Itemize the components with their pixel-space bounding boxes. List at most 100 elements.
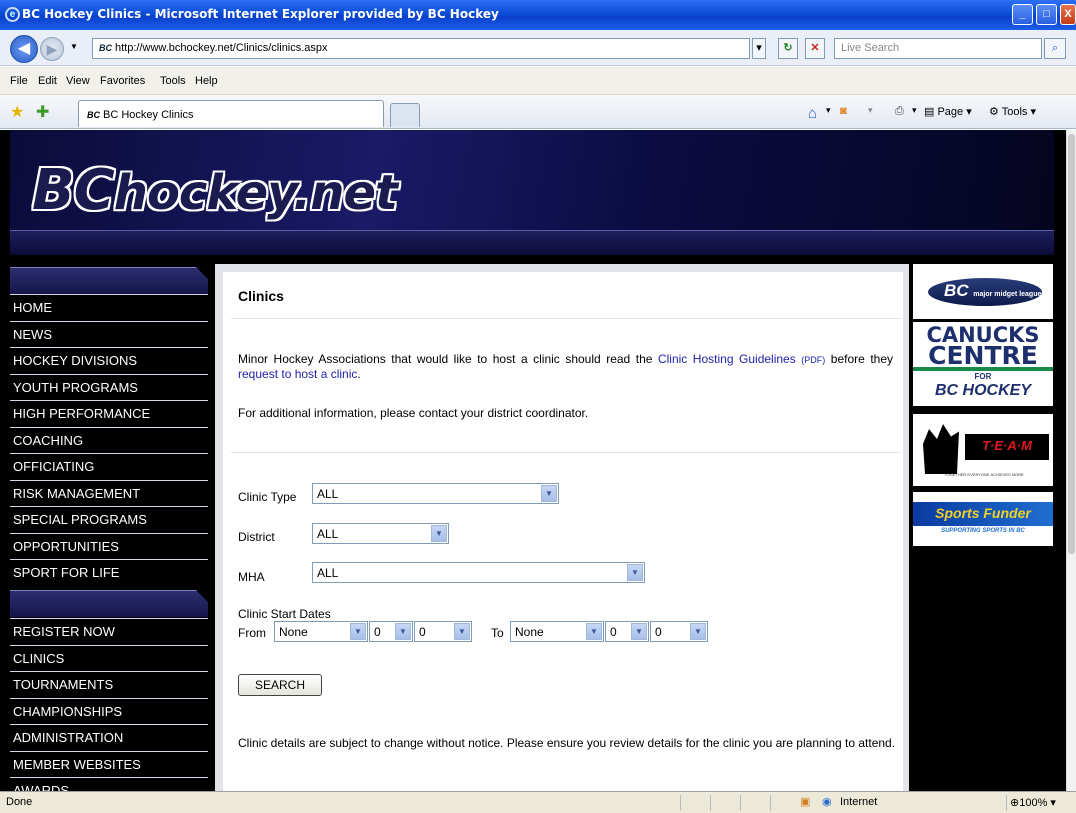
page-menu[interactable]: ▤ Page ▾ <box>924 105 972 118</box>
nav-risk-management[interactable]: RISK MANAGEMENT <box>10 479 208 506</box>
new-tab-button[interactable] <box>390 103 420 127</box>
menu-favorites[interactable]: Favorites <box>100 75 145 87</box>
sports-funder-ad[interactable]: Sports Funder SUPPORTING SPORTS IN BC <box>913 492 1053 546</box>
pdf-tag[interactable]: (PDF) <box>801 355 825 365</box>
sidebar-nav-main: HOME NEWS HOCKEY DIVISIONS YOUTH PROGRAM… <box>10 294 208 586</box>
home-icon[interactable]: ⌂ <box>808 105 817 122</box>
url-text: http://www.bchockey.net/Clinics/clinics.… <box>115 42 328 54</box>
chevron-down-icon: ▼ <box>431 525 447 542</box>
canucks-centre-ad[interactable]: CANUCKS CENTRE FOR BC HOCKEY <box>913 322 1053 406</box>
nav-high-performance[interactable]: HIGH PERFORMANCE <box>10 400 208 427</box>
sports-funder-tagline: SUPPORTING SPORTS IN BC <box>941 528 1025 534</box>
window-title: BC Hockey Clinics - Microsoft Internet E… <box>22 7 499 21</box>
nav-special-programs[interactable]: SPECIAL PROGRAMS <box>10 506 208 533</box>
to-month-select[interactable]: None ▼ <box>510 621 604 642</box>
minimize-button[interactable]: _ <box>1012 4 1033 25</box>
from-year-select[interactable]: 0 ▼ <box>414 621 472 642</box>
site-banner: BChockey.net <box>10 130 1054 230</box>
menu-view[interactable]: View <box>66 75 90 87</box>
nav-coaching[interactable]: COACHING <box>10 426 208 453</box>
to-year-select[interactable]: 0 ▼ <box>650 621 708 642</box>
from-month-select[interactable]: None ▼ <box>274 621 368 642</box>
nav-clinics[interactable]: CLINICS <box>10 644 208 671</box>
nav-member-websites[interactable]: MEMBER WEBSITES <box>10 750 208 777</box>
menu-file[interactable]: File <box>10 75 28 87</box>
address-dropdown-icon[interactable]: ▾ <box>752 38 766 59</box>
tools-menu[interactable]: ⚙ Tools ▾ <box>989 105 1036 118</box>
url-input[interactable]: BC http://www.bchockey.net/Clinics/clinic… <box>92 38 750 59</box>
district-label: District <box>238 530 275 544</box>
chevron-down-icon: ▼ <box>586 623 602 640</box>
clinic-hosting-guidelines-link[interactable]: Clinic Hosting Guidelines <box>658 352 796 366</box>
nav-home[interactable]: HOME <box>10 294 208 321</box>
zoom-control[interactable]: ⊕100% ▾ <box>1010 796 1056 809</box>
nav-hockey-divisions[interactable]: HOCKEY DIVISIONS <box>10 347 208 374</box>
live-search-input[interactable]: Live Search <box>834 38 1042 59</box>
print-dropdown-icon[interactable]: ▾ <box>912 105 917 116</box>
tab-favicon: BC <box>87 110 100 120</box>
to-day-select[interactable]: 0 ▼ <box>605 621 649 642</box>
page-scrollbar[interactable] <box>1066 130 1076 791</box>
nav-sport-for-life[interactable]: SPORT FOR LIFE <box>10 559 208 586</box>
nav-tournaments[interactable]: TOURNAMENTS <box>10 671 208 698</box>
search-button[interactable]: SEARCH <box>238 674 322 696</box>
chevron-down-icon: ▼ <box>631 623 647 640</box>
favorites-star-icon[interactable]: ★ <box>10 102 24 122</box>
add-favorite-icon[interactable]: ✚ <box>36 102 49 122</box>
menu-bar: File Edit View Favorites Tools Help <box>0 67 1076 95</box>
nav-register-now[interactable]: REGISTER NOW <box>10 618 208 645</box>
search-icon[interactable]: ⌕ <box>1044 38 1066 59</box>
tab-bc-hockey-clinics[interactable]: BC BC Hockey Clinics <box>78 100 384 127</box>
forward-button[interactable]: ▶ <box>40 37 64 61</box>
mha-select[interactable]: ALL ▼ <box>312 562 645 583</box>
from-label: From <box>238 626 266 640</box>
page-icon: ▤ <box>924 106 938 118</box>
menu-tools[interactable]: Tools <box>160 75 186 87</box>
nav-awards[interactable]: AWARDS <box>10 777 208 791</box>
canucks-for: FOR <box>974 372 992 381</box>
gear-icon: ⚙ <box>989 106 1002 118</box>
main-content: Clinics Minor Hockey Associations that w… <box>215 264 909 791</box>
request-clinic-link[interactable]: request to host a clinic <box>238 367 357 381</box>
nav-opportunities[interactable]: OPPORTUNITIES <box>10 532 208 559</box>
sidebar-header-1 <box>10 267 208 294</box>
team-tagline: TOGETHER EVERYONE ACHIEVES MORE <box>944 472 1024 477</box>
bchockey-logo[interactable]: BChockey.net <box>32 158 398 223</box>
stop-icon[interactable]: ✕ <box>805 38 825 59</box>
feeds-dropdown-icon[interactable]: ▾ <box>868 105 873 116</box>
refresh-icon[interactable]: ↻ <box>778 38 798 59</box>
print-icon[interactable]: ⎙ <box>895 105 904 118</box>
nav-administration[interactable]: ADMINISTRATION <box>10 724 208 751</box>
recent-pages-icon[interactable]: ▼ <box>70 42 78 51</box>
chevron-down-icon: ▼ <box>395 623 411 640</box>
ie-icon: e <box>5 7 20 22</box>
nav-championships[interactable]: CHAMPIONSHIPS <box>10 697 208 724</box>
maximize-button[interactable]: □ <box>1036 4 1057 25</box>
close-button[interactable]: X <box>1060 4 1076 25</box>
clinic-type-select[interactable]: ALL ▼ <box>312 483 559 504</box>
nav-news[interactable]: NEWS <box>10 320 208 347</box>
chevron-down-icon: ▼ <box>350 623 366 640</box>
menu-help[interactable]: Help <box>195 75 218 87</box>
zoom-icon: ⊕ <box>1010 797 1020 809</box>
from-day-select[interactable]: 0 ▼ <box>369 621 413 642</box>
home-dropdown-icon[interactable]: ▾ <box>826 105 831 116</box>
address-bar-row: ◀ ▶ ▼ BC http://www.bchockey.net/Clinics/… <box>0 30 1076 66</box>
nav-officiating[interactable]: OFFICIATING <box>10 453 208 480</box>
chevron-down-icon: ▼ <box>541 485 557 502</box>
team-ad[interactable]: T·E·A·M TOGETHER EVERYONE ACHIEVES MORE <box>913 414 1053 486</box>
chevron-down-icon: ▼ <box>454 623 470 640</box>
major-midget-league-ad[interactable]: BC major midget league <box>913 264 1053 319</box>
back-button[interactable]: ◀ <box>10 35 38 63</box>
sports-funder-logo: Sports Funder <box>913 502 1053 526</box>
mha-label: MHA <box>238 570 265 584</box>
feeds-icon[interactable]: ◙ <box>840 105 847 117</box>
menu-edit[interactable]: Edit <box>38 75 57 87</box>
nav-youth-programs[interactable]: YOUTH PROGRAMS <box>10 373 208 400</box>
district-select[interactable]: ALL ▼ <box>312 523 449 544</box>
protected-mode-icon[interactable]: ▣ <box>800 795 810 808</box>
tab-label: BC Hockey Clinics <box>103 109 194 121</box>
status-bar: Done ▣ ◉ Internet ⊕100% ▾ <box>0 791 1076 813</box>
hockey-players-silhouette-icon <box>923 424 959 474</box>
scrollbar-thumb[interactable] <box>1068 134 1075 554</box>
